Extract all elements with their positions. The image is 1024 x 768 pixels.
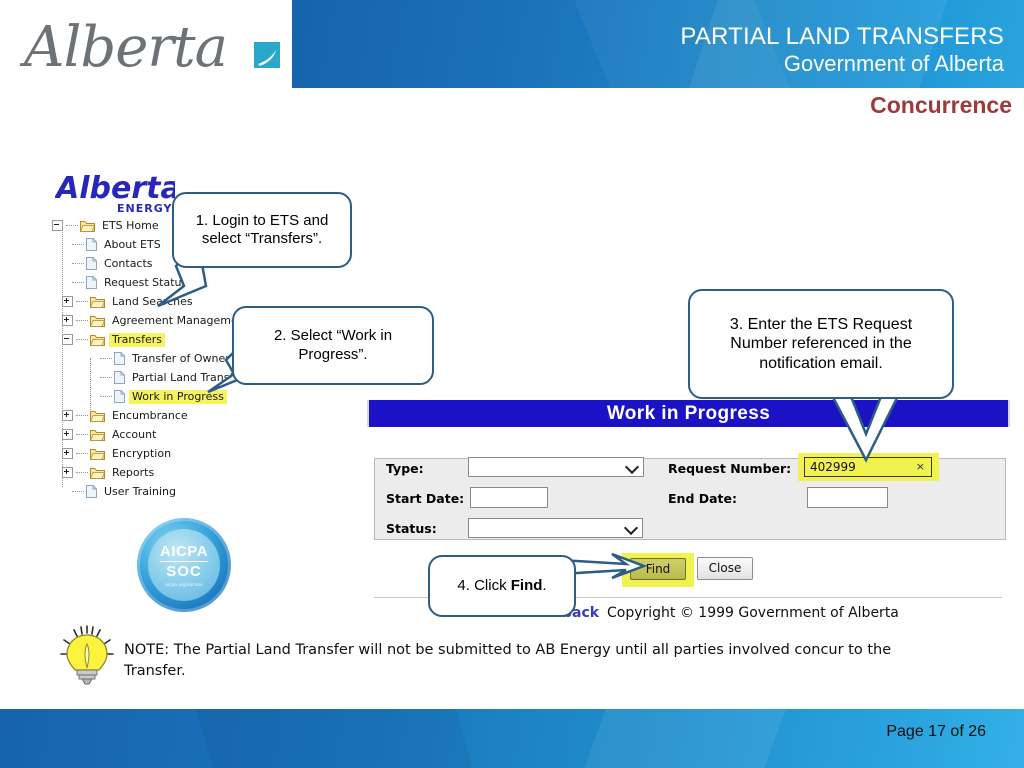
tree-item-reports[interactable]: Reports	[52, 463, 292, 482]
request-number-label: Request Number:	[668, 461, 792, 476]
tree-item-user-training[interactable]: User Training	[52, 482, 292, 501]
folder-icon	[89, 334, 106, 346]
callout-step-2: 2. Select “Work in Progress”.	[232, 306, 434, 385]
callout-step-1: 1. Login to ETS and select “Transfers”.	[172, 192, 352, 268]
aicpa-soc-badge: AICPA SOC aicpa.org/soc4so	[137, 518, 231, 612]
folder-icon	[89, 429, 106, 441]
tree-item-account[interactable]: Account	[52, 425, 292, 444]
tree-connector	[66, 224, 78, 227]
tree-toggle-minus-icon[interactable]	[62, 334, 73, 345]
tree-toggle-plus-icon[interactable]	[62, 296, 73, 307]
soc-label: SOC	[166, 563, 202, 581]
page-title: PARTIAL LAND TRANSFERS	[680, 23, 1004, 50]
tree-toggle-plus-icon[interactable]	[62, 315, 73, 326]
folder-icon	[89, 315, 106, 327]
close-button[interactable]: Close	[697, 557, 753, 580]
folder-icon	[79, 220, 96, 232]
tree-connector	[76, 338, 88, 341]
tree-item-label: User Training	[104, 484, 176, 498]
document-icon	[86, 257, 97, 270]
page-number: Page 17 of 26	[886, 723, 986, 740]
note-text: NOTE: The Partial Land Transfer will not…	[124, 642, 892, 680]
badge-divider	[160, 560, 208, 563]
start-date-label: Start Date:	[386, 491, 465, 506]
tree-connector	[72, 490, 84, 493]
tree-toggle-plus-icon[interactable]	[62, 410, 73, 421]
slide-root: Alberta PARTIAL LAND TRANSFERS Governmen…	[0, 0, 1024, 768]
tree-toggle-minus-icon[interactable]	[52, 220, 63, 231]
tree-connector	[72, 262, 84, 265]
svg-text:Alberta: Alberta	[55, 171, 175, 206]
svg-text:Alberta: Alberta	[19, 15, 227, 80]
end-date-input[interactable]	[807, 487, 888, 508]
tree-item-label: Contacts	[104, 256, 153, 270]
tree-toggle-plus-icon[interactable]	[62, 448, 73, 459]
folder-icon	[89, 410, 106, 422]
tree-connector	[100, 376, 112, 379]
tree-item-encryption[interactable]: Encryption	[52, 444, 292, 463]
callout-step-4-text: 4. Click Find.	[457, 576, 547, 594]
tree-connector	[76, 452, 88, 455]
status-label: Status:	[386, 521, 437, 536]
lightbulb-icon	[58, 624, 116, 686]
tree-connector	[76, 300, 88, 303]
tree-connector	[76, 471, 88, 474]
folder-icon	[89, 296, 106, 308]
tree-item-label: Encumbrance	[112, 408, 188, 422]
alberta-wordmark-logo: Alberta	[18, 14, 288, 84]
type-label: Type:	[386, 461, 424, 476]
tree-connector	[72, 281, 84, 284]
slide-footer: Page 17 of 26	[0, 709, 1024, 768]
header-title-block: PARTIAL LAND TRANSFERS Government of Alb…	[680, 24, 1004, 76]
status-select[interactable]	[468, 518, 643, 538]
page-subtitle: Government of Alberta	[783, 50, 1004, 76]
document-icon	[114, 390, 125, 403]
tree-connector	[100, 395, 112, 398]
folder-icon	[89, 467, 106, 479]
document-icon	[114, 352, 125, 365]
alberta-energy-logo: Alberta ENERGY	[54, 168, 181, 218]
chevron-down-icon	[623, 520, 639, 536]
tree-connector	[100, 357, 112, 360]
type-select[interactable]	[468, 457, 644, 477]
folder-icon	[89, 448, 106, 460]
tree-item-label: Encryption	[112, 446, 172, 460]
copyright-text: Copyright © 1999 Government of Alberta	[607, 605, 899, 621]
document-icon	[114, 371, 125, 384]
callout-step-4: 4. Click Find.	[428, 555, 576, 617]
tree-toggle-plus-icon[interactable]	[62, 467, 73, 478]
aicpa-label: AICPA	[159, 542, 209, 560]
svg-text:ENERGY: ENERGY	[117, 202, 172, 215]
section-heading: Concurrence	[870, 92, 1012, 118]
tree-connector	[76, 319, 88, 322]
chevron-down-icon	[624, 459, 640, 475]
badge-url: aicpa.org/soc4so	[165, 582, 203, 588]
tree-item-label: Account	[112, 427, 157, 441]
tree-item-label: Reports	[112, 465, 155, 479]
document-icon	[86, 238, 97, 251]
tree-connector	[76, 433, 88, 436]
tree-connector	[76, 414, 88, 417]
document-icon	[86, 485, 97, 498]
start-date-input[interactable]	[470, 487, 548, 508]
tree-toggle-plus-icon[interactable]	[62, 429, 73, 440]
tree-connector	[72, 243, 84, 246]
document-icon	[86, 276, 97, 289]
aicpa-soc-badge-inner: AICPA SOC aicpa.org/soc4so	[148, 529, 220, 601]
callout-step-3: 3. Enter the ETS Request Number referenc…	[688, 289, 954, 399]
end-date-label: End Date:	[668, 491, 738, 506]
